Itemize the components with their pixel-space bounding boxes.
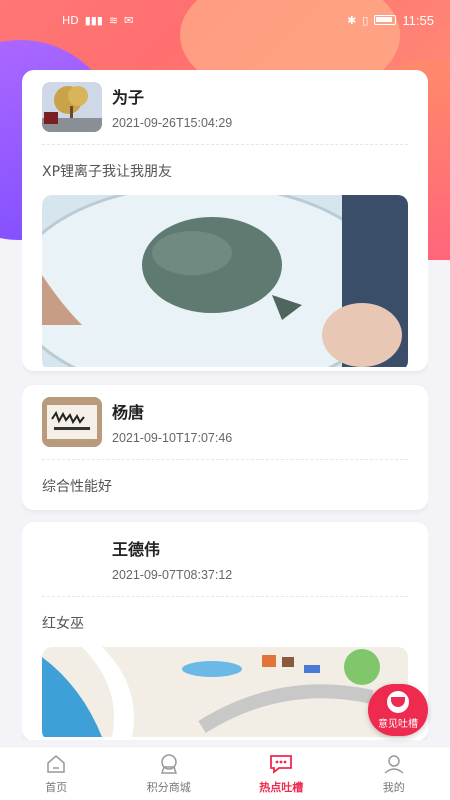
post-author[interactable]: 为子 — [112, 84, 232, 108]
post-author[interactable]: 王德伟 — [112, 536, 232, 560]
notification-icon: ✉ — [124, 13, 134, 27]
post-header: 杨唐 2021-09-10T17:07:46 — [42, 385, 408, 459]
tab-hot-topics[interactable]: 热点吐槽 — [225, 747, 338, 800]
tab-label: 热点吐槽 — [259, 780, 304, 794]
post-content: XP锂离子我让我朋友 — [42, 164, 173, 180]
post-image[interactable] — [42, 195, 408, 371]
tab-label: 我的 — [382, 780, 405, 794]
avatar[interactable] — [42, 397, 102, 447]
profile-icon — [384, 754, 404, 774]
post-header: 为子 2021-09-26T15:04:29 — [42, 70, 408, 144]
angry-face-icon — [387, 690, 409, 713]
vibrate-icon: ▯ — [362, 13, 369, 27]
home-icon — [47, 754, 65, 773]
avatar[interactable] — [42, 534, 102, 584]
chat-bubble-icon — [270, 754, 293, 774]
post-date: 2021-09-26T15:04:29 — [112, 116, 233, 130]
bottom-tab-bar: 首页 积分商城 热点吐槽 我的 — [0, 746, 450, 800]
status-bar: HD ▮▮▮ ≋ ✉ ✱ ▯ 11:55 — [0, 0, 450, 40]
signal-icon: ▮▮▮ — [84, 13, 103, 27]
tab-label: 首页 — [45, 780, 68, 794]
tab-label: 积分商城 — [146, 780, 191, 794]
wifi-icon: ≋ — [108, 13, 119, 27]
bluetooth-icon: ✱ — [347, 13, 357, 27]
points-mall-icon — [160, 753, 177, 774]
tab-profile[interactable]: 我的 — [338, 747, 450, 800]
post-header: 王德伟 2021-09-07T08:37:12 — [42, 522, 408, 596]
battery-icon — [374, 15, 397, 25]
post-card[interactable]: 杨唐 2021-09-10T17:07:46 综合性能好 — [22, 385, 428, 510]
avatar[interactable] — [42, 82, 102, 132]
hd-indicator: HD — [62, 13, 79, 27]
post-card[interactable]: 为子 2021-09-26T15:04:29 XP锂离子我让我朋友 — [22, 70, 428, 371]
post-feed[interactable]: 为子 2021-09-26T15:04:29 XP锂离子我让我朋友 杨唐 202… — [22, 70, 428, 740]
post-date: 2021-09-07T08:37:12 — [112, 568, 233, 582]
feedback-label: 意见吐槽 — [378, 718, 418, 730]
tab-points-mall[interactable]: 积分商城 — [113, 747, 226, 800]
post-content: 综合性能好 — [42, 479, 112, 495]
post-image[interactable] — [42, 647, 408, 740]
tab-home[interactable]: 首页 — [0, 747, 113, 800]
status-time: 11:55 — [402, 12, 434, 28]
post-content: 红女巫 — [42, 616, 84, 632]
feedback-button[interactable]: 意见吐槽 — [368, 684, 428, 736]
post-author[interactable]: 杨唐 — [112, 399, 232, 423]
post-date: 2021-09-10T17:07:46 — [112, 431, 233, 445]
